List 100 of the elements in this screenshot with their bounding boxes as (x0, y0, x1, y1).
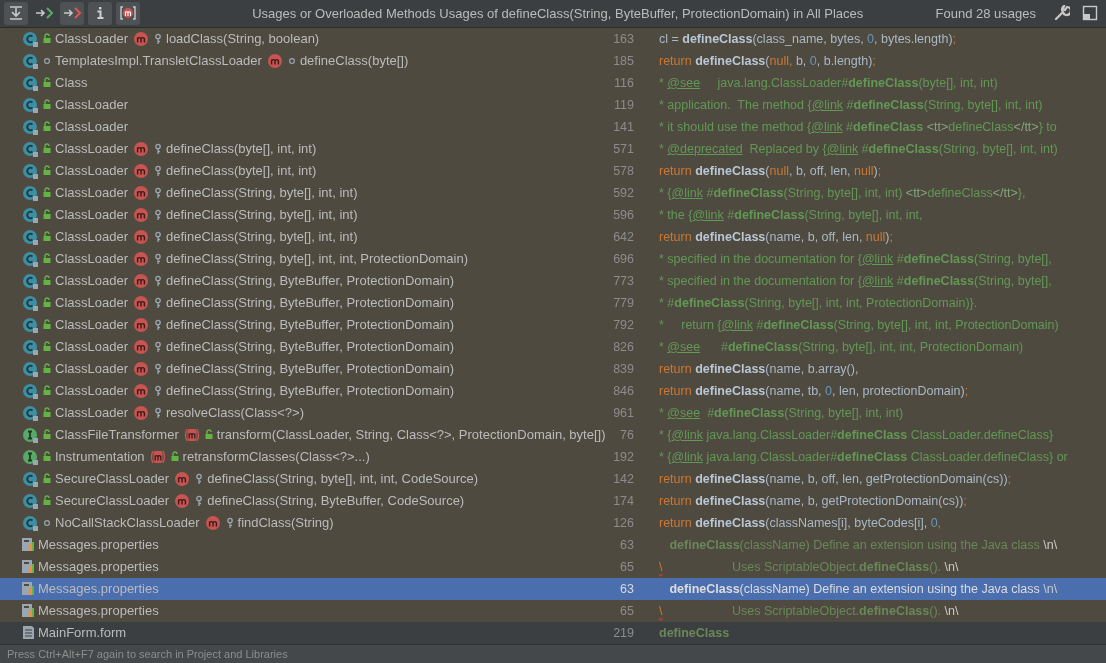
key-icon (153, 252, 163, 265)
abstract-method-icon (183, 426, 201, 443)
usage-row[interactable]: ClassFileTransformer transform(ClassLoader, String, Class<?>, ProtectionDomain, byte[]) 76 * {@link java.lang.ClassLoader#defineClass ClassLoader.defineClass} (0, 423, 1106, 446)
properties-file-icon (20, 580, 36, 598)
code-line: * {@link #defineClass(String, byte[], int, int) <tt>defineClass</tt>}, (658, 185, 1027, 200)
code-line: defineClass(className) Define an extension using the Java class \n\ (668, 581, 1059, 596)
usage-row[interactable]: ClassLoader defineClass(String, ByteBuffer, ProtectionDomain) 792 * return {@link #defineClass(String, byte[], int, int, ProtectionDomain) (0, 313, 1106, 336)
method-icon (133, 30, 150, 47)
usage-row[interactable]: ClassLoader defineClass(String, ByteBuffer, ProtectionDomain) 839 return defineClass(name, b.array(), (0, 357, 1106, 380)
lock-icon (42, 252, 52, 265)
usage-row[interactable]: Instrumentation retransformClasses(Class<?>...) 192 * {@link java.lang.ClassLoader#defineClass ClassLoader.defineClass} or (0, 445, 1106, 468)
usage-row[interactable]: TemplatesImpl.TransletClassLoader defineClass(byte[]) 185 return defineClass(null, b, 0, b.length); (0, 49, 1106, 72)
usage-row[interactable]: Messages.properties 63 defineClass(className) Define an extension using the Java class \n\ (0, 533, 1106, 556)
usage-row[interactable]: ClassLoader resolveClass(Class<?>) 961 * @see #defineClass(String, byte[], int, int) (0, 401, 1106, 424)
usage-row[interactable]: Class 116 * @see java.lang.ClassLoader#defineClass(byte[], int, int) (0, 71, 1106, 94)
code-line: return defineClass(name, tb, 0, len, protectionDomain); (658, 383, 970, 398)
method-icon (133, 338, 150, 355)
key-icon (153, 384, 163, 397)
lock-icon (169, 450, 180, 463)
lock-icon (42, 406, 52, 419)
line-number: 642 (612, 229, 634, 244)
key-icon (153, 164, 163, 177)
lock-icon (42, 164, 52, 177)
usage-row[interactable]: Messages.properties 65 \ Uses ScriptableObject.defineClass(). \n\ (0, 599, 1106, 622)
key-icon (153, 208, 163, 221)
usage-row[interactable]: ClassLoader defineClass(String, byte[], int, int, ProtectionDomain) 696 * specified in the documentation for {@link #defineClass(String, byte[], (0, 247, 1106, 270)
code-line: * application. The method {@link #defineClass(String, byte[], int, int) (658, 97, 1044, 112)
lock-icon (42, 142, 52, 155)
key-icon (153, 340, 163, 353)
code-line: defineClass(className) Define an extension using the Java class \n\ (668, 537, 1059, 552)
method-signature: retransformClasses(Class<?>...) (182, 449, 370, 465)
lock-icon (42, 450, 52, 463)
class-icon (22, 382, 39, 399)
code-line: cl = defineClass(class_name, bytes, 0, bytes.length); (658, 31, 958, 46)
usage-row[interactable]: Messages.properties 65 \ Uses ScriptableObject.defineClass(). \n\ (0, 555, 1106, 578)
line-number: 63 (619, 581, 634, 596)
file-name: MainForm.form (38, 625, 127, 641)
class-name: ClassLoader (55, 295, 128, 311)
class-name: ClassLoader (55, 141, 128, 157)
usage-row[interactable]: NoCallStackClassLoader findClass(String) 126 return defineClass(classNames[i], byteCodes[i], 0, (0, 511, 1106, 534)
line-number: 141 (612, 119, 634, 134)
usage-row[interactable]: ClassLoader defineClass(String, ByteBuffer, ProtectionDomain) 826 * @see #defineClass(String, byte[], int, int, ProtectionDomain) (0, 335, 1106, 358)
toolbar-button[interactable] (116, 1, 140, 25)
usage-row[interactable]: ClassLoader defineClass(String, byte[], int, int) 642 return defineClass(name, b, off, len, null); (0, 225, 1106, 248)
class-name: ClassLoader (55, 97, 128, 113)
line-number: 773 (612, 273, 634, 288)
class-name: Instrumentation (55, 449, 145, 465)
lock-icon (42, 318, 52, 331)
line-number: 63 (619, 537, 634, 552)
usage-row[interactable]: SecureClassLoader defineClass(String, ByteBuffer, CodeSource) 174 return defineClass(name, b, getProtectionDomain(cs)); (0, 489, 1106, 512)
method-signature: defineClass(byte[]) (299, 53, 409, 69)
code-line: * @see #defineClass(String, byte[], int, int, ProtectionDomain) (658, 339, 1025, 354)
usage-row[interactable]: ClassLoader defineClass(String, ByteBuffer, ProtectionDomain) 846 return defineClass(name, tb, 0, len, protectionDomain); (0, 379, 1106, 402)
method-signature: defineClass(String, ByteBuffer, ProtectionDomain) (166, 295, 455, 311)
method-icon (133, 140, 150, 157)
class-icon (22, 52, 39, 69)
class-name: ClassLoader (55, 119, 128, 135)
line-number: 592 (612, 185, 634, 200)
class-name: TemplatesImpl.TransletClassLoader (55, 53, 262, 69)
class-name: ClassFileTransformer (55, 427, 179, 443)
usage-row[interactable]: MainForm.form 219 defineClass (0, 621, 1106, 644)
key-icon (153, 274, 163, 287)
method-signature: defineClass(String, ByteBuffer, ProtectionDomain) (166, 273, 455, 289)
toolbar-button[interactable] (60, 1, 84, 25)
file-name: Messages.properties (38, 559, 159, 575)
line-number: 192 (612, 449, 634, 464)
toolbar-button[interactable] (4, 1, 28, 25)
usage-row[interactable]: ClassLoader loadClass(String, boolean) 163 cl = defineClass(class_name, bytes, 0, bytes.length); (0, 27, 1106, 50)
lock-icon (42, 472, 52, 485)
usage-row[interactable]: ClassLoader defineClass(String, ByteBuffer, ProtectionDomain) 773 * specified in the documentation for {@link #defineClass(String, byte[], (0, 269, 1106, 292)
usage-row[interactable]: ClassLoader defineClass(byte[], int, int) 578 return defineClass(null, b, off, len, null); (0, 159, 1106, 182)
usage-row[interactable]: ClassLoader defineClass(byte[], int, int) 571 * @deprecated Replaced by {@link #defineClass(String, byte[], int, int) (0, 137, 1106, 160)
usage-row[interactable]: ClassLoader 119 * application. The method {@link #defineClass(String, byte[], int, int) (0, 93, 1106, 116)
code-line: * {@link java.lang.ClassLoader#defineClass ClassLoader.defineClass} or (658, 449, 1069, 464)
usage-row[interactable]: ClassLoader 141 * it should use the method {@link #defineClass <tt>defineClass</tt>} to (0, 115, 1106, 138)
usage-row[interactable]: ClassLoader defineClass(String, ByteBuffer, ProtectionDomain) 779 * #defineClass(String, byte[], int, int, ProtectionDomain)}. (0, 291, 1106, 314)
code-line: return defineClass(name, b, getProtectionDomain(cs)); (658, 493, 968, 508)
class-name: NoCallStackClassLoader (55, 515, 200, 531)
usage-row[interactable]: ClassLoader defineClass(String, byte[], int, int) 592 * {@link #defineClass(String, byte[], int, int) <tt>defineClass</tt>}, (0, 181, 1106, 204)
line-number: 219 (612, 625, 634, 640)
key-icon (153, 186, 163, 199)
class-icon (22, 74, 39, 91)
method-signature: defineClass(byte[], int, int) (166, 141, 317, 157)
key-icon (153, 406, 163, 419)
method-signature: defineClass(String, byte[], int, int) (166, 207, 358, 223)
lock-icon (42, 362, 52, 375)
key-icon (194, 494, 205, 507)
method-icon (133, 228, 150, 245)
class-icon (22, 492, 39, 509)
usage-row[interactable]: ClassLoader defineClass(String, byte[], int, int) 596 * the {@link #defineClass(String, byte[], int, int, (0, 203, 1106, 226)
code-line: * specified in the documentation for {@link #defineClass(String, byte[], (658, 273, 1053, 288)
usage-row[interactable]: Messages.properties 63 defineClass(className) Define an extension using the Java class \n\ (0, 577, 1106, 600)
usage-row[interactable]: SecureClassLoader defineClass(String, byte[], int, int, CodeSource) 142 return defineClass(name, b, off, len, getProtectionDomain(cs)); (0, 467, 1106, 490)
line-number: 961 (612, 405, 634, 420)
line-number: 792 (612, 317, 634, 332)
toolbar-button[interactable] (88, 1, 112, 25)
code-line: * return {@link #defineClass(String, byte[], int, int, ProtectionDomain) (658, 317, 1060, 332)
key-icon (153, 318, 163, 331)
method-icon (133, 272, 150, 289)
code-line: return defineClass(name, b.array(), (658, 361, 860, 376)
